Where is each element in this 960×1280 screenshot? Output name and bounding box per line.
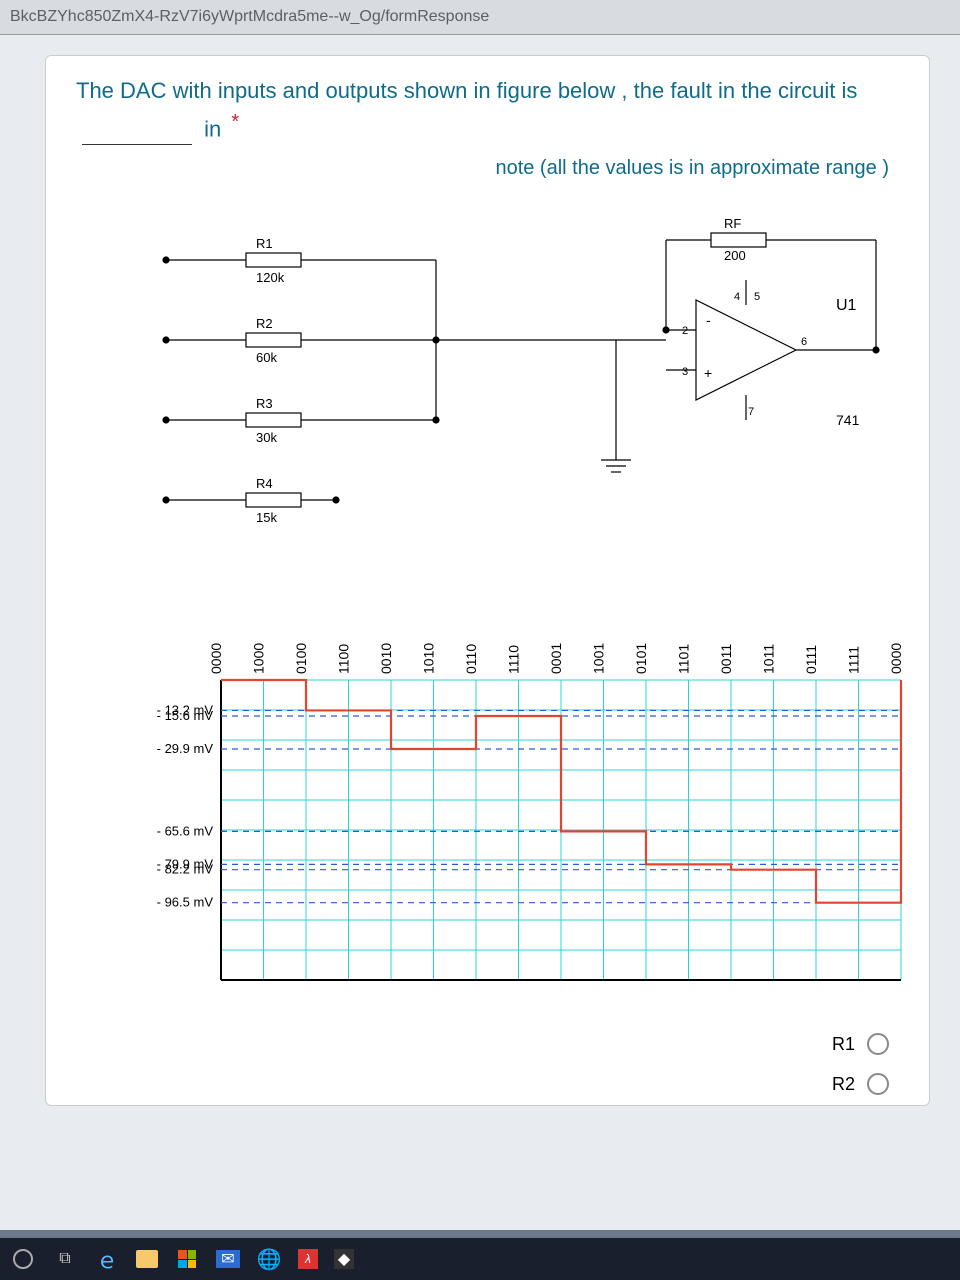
svg-text:- 29.9 mV: - 29.9 mV	[157, 741, 214, 756]
svg-text:120k: 120k	[256, 270, 285, 285]
answer-option-r1[interactable]: R1	[832, 1033, 889, 1055]
svg-text:0111: 0111	[803, 645, 819, 674]
svg-text:200: 200	[724, 248, 746, 263]
radio-icon	[867, 1033, 889, 1055]
svg-text:1001: 1001	[591, 643, 607, 674]
svg-text:R2: R2	[256, 316, 273, 331]
svg-text:0011: 0011	[718, 644, 734, 674]
svg-text:1011: 1011	[761, 644, 777, 674]
svg-text:1010: 1010	[421, 643, 437, 674]
url-bar: BkcBZYhc850ZmX4-RzV7i6yWprtMcdra5me--w_O…	[0, 0, 960, 35]
svg-text:1111: 1111	[846, 646, 862, 674]
question-note: note (all the values is in approximate r…	[76, 157, 899, 180]
svg-text:0110: 0110	[463, 644, 479, 674]
svg-text:30k: 30k	[256, 430, 277, 445]
diagram-area: R1 120k R2 60k R3 30k R4 15k RF 200 U1 7…	[76, 210, 899, 1080]
file-explorer-icon[interactable]	[136, 1250, 158, 1268]
circuit-diagram: R1 120k R2 60k R3 30k R4 15k RF 200 U1 7…	[136, 210, 896, 600]
svg-text:R3: R3	[256, 396, 273, 411]
cortana-icon[interactable]	[10, 1246, 36, 1272]
svg-text:0100: 0100	[293, 643, 309, 674]
task-view-icon[interactable]: ⧉	[52, 1246, 78, 1272]
app-icon[interactable]: ◆	[334, 1249, 354, 1269]
question-card: The DAC with inputs and outputs shown in…	[45, 55, 930, 1106]
svg-text:0001: 0001	[548, 643, 564, 674]
chrome-icon[interactable]: 🌐	[256, 1246, 282, 1272]
svg-text:R4: R4	[256, 476, 273, 491]
svg-text:1110: 1110	[506, 645, 522, 674]
svg-text:7: 7	[748, 406, 754, 418]
svg-text:R1: R1	[256, 236, 273, 251]
taskbar: ⧉ ｅ ✉ 🌐 λ ◆	[0, 1238, 960, 1280]
svg-text:5: 5	[754, 291, 760, 303]
question-text-before: The DAC with inputs and outputs shown in…	[76, 78, 857, 103]
svg-text:0000: 0000	[208, 643, 224, 674]
svg-text:2: 2	[682, 325, 688, 337]
svg-text:+: +	[704, 365, 712, 381]
svg-text:0101: 0101	[633, 643, 649, 674]
svg-text:15k: 15k	[256, 510, 277, 525]
url-text: BkcBZYhc850ZmX4-RzV7i6yWprtMcdra5me--w_O…	[10, 8, 489, 25]
svg-text:RF: RF	[724, 216, 741, 231]
answer-option-label: R1	[832, 1034, 855, 1055]
svg-text:-: -	[706, 312, 711, 328]
svg-text:0010: 0010	[378, 643, 394, 674]
required-asterisk: *	[231, 111, 239, 133]
page-body: The DAC with inputs and outputs shown in…	[0, 35, 960, 1230]
svg-text:- 82.2 mV: - 82.2 mV	[157, 862, 214, 877]
answer-options: R1 R2	[832, 1033, 889, 1095]
question-text: The DAC with inputs and outputs shown in…	[76, 74, 899, 145]
svg-text:- 15.6 mV: - 15.6 mV	[157, 708, 214, 723]
svg-text:0000: 0000	[888, 643, 904, 674]
svg-text:6: 6	[801, 336, 807, 348]
answer-option-r2[interactable]: R2	[832, 1073, 889, 1095]
svg-text:U1: U1	[836, 297, 857, 314]
svg-text:741: 741	[836, 412, 860, 428]
output-waveform-chart: 0000 1000 0100 1100 0010 1010 0110 1110 0001 1001…	[136, 610, 926, 1030]
svg-text:1000: 1000	[251, 643, 267, 674]
calculator-icon[interactable]	[370, 1250, 388, 1268]
svg-text:3: 3	[682, 366, 688, 378]
mail-icon[interactable]: ✉	[216, 1250, 240, 1268]
question-text-after: in	[204, 116, 221, 141]
ms-store-icon[interactable]	[174, 1246, 200, 1272]
svg-text:1100: 1100	[336, 644, 352, 674]
answer-option-label: R2	[832, 1074, 855, 1095]
svg-text:1101: 1101	[676, 644, 692, 674]
svg-text:- 65.6 mV: - 65.6 mV	[157, 824, 214, 839]
radio-icon	[867, 1073, 889, 1095]
svg-text:60k: 60k	[256, 350, 277, 365]
edge-icon[interactable]: ｅ	[94, 1246, 120, 1272]
svg-text:4: 4	[734, 291, 740, 303]
answer-blank	[82, 144, 192, 145]
svg-text:- 96.5 mV: - 96.5 mV	[157, 895, 214, 910]
acrobat-icon[interactable]: λ	[298, 1249, 318, 1269]
